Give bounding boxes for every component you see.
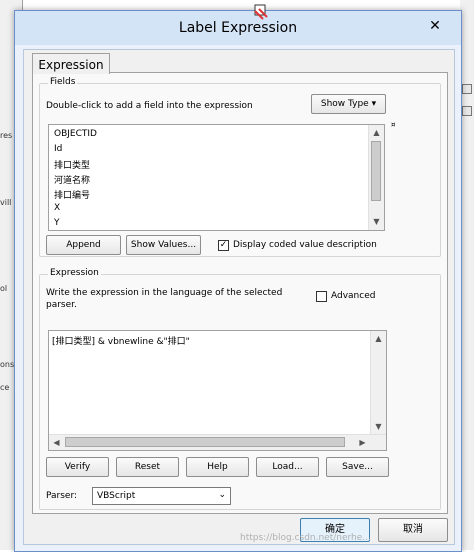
expression-textarea[interactable]: [排口类型] & vbnewline &"排口" ▲ ▼ ◀ ▶: [48, 330, 387, 451]
fields-hint: Double-click to add a field into the exp…: [46, 101, 253, 111]
scroll-thumb[interactable]: [371, 141, 381, 201]
show-values-button[interactable]: Show Values...: [126, 235, 201, 255]
show-values-label: Show Values...: [130, 240, 197, 250]
show-type-label: Show Type: [320, 99, 369, 109]
bg-icon: [462, 106, 472, 116]
display-coded-label: Display coded value description: [233, 240, 377, 250]
scroll-down-icon[interactable]: ▼: [369, 214, 384, 229]
reset-button[interactable]: Reset: [116, 457, 179, 477]
tab-page-expression: Fields Double-click to add a field into …: [32, 72, 448, 514]
verify-button[interactable]: Verify: [46, 457, 109, 477]
reset-label: Reset: [134, 462, 161, 472]
bg-fragment: ol: [0, 284, 8, 293]
advanced-checkbox[interactable]: [316, 291, 327, 302]
drag-cursor-icon: [254, 4, 268, 20]
parser-select[interactable]: VBScript ⌄: [92, 487, 231, 505]
expression-group-label: Expression: [48, 268, 101, 278]
close-button[interactable]: ✕: [415, 15, 455, 37]
fields-group: Fields Double-click to add a field into …: [39, 77, 441, 257]
save-label: Save...: [342, 462, 373, 472]
show-type-button[interactable]: Show Type ▾: [311, 94, 386, 114]
resize-grip-icon: ¤: [391, 121, 396, 129]
list-item[interactable]: 排口类型: [54, 158, 90, 171]
bg-icon: [462, 84, 472, 94]
dropdown-arrow-icon: ▾: [371, 99, 377, 109]
scroll-up-icon[interactable]: ▲: [371, 331, 386, 346]
fields-list[interactable]: OBJECTID Id 排口类型 河道名称 排口编号 X Y ▲ ▼: [48, 124, 385, 231]
help-label: Help: [207, 462, 228, 472]
expression-hscrollbar[interactable]: ◀ ▶: [49, 434, 386, 450]
watermark-text: https://blog.csdn.net/nerhe...: [240, 533, 371, 543]
bg-fragment: vill: [0, 198, 12, 207]
help-button[interactable]: Help: [186, 457, 249, 477]
verify-label: Verify: [64, 462, 91, 472]
scroll-right-icon[interactable]: ▶: [355, 435, 370, 450]
bg-fragment: ce: [0, 383, 10, 392]
dialog-client-area: Expression Fields Double-click to add a …: [23, 49, 455, 545]
load-button[interactable]: Load...: [256, 457, 319, 477]
cancel-button[interactable]: 取消: [378, 518, 448, 542]
background-app-right: [460, 0, 474, 550]
expression-text: [排口类型] & vbnewline &"排口": [52, 337, 190, 347]
bg-fragment: res: [0, 131, 13, 140]
parser-label: Parser:: [46, 491, 78, 501]
display-coded-checkbox[interactable]: ✓: [218, 240, 229, 251]
list-item[interactable]: Y: [54, 218, 60, 228]
hscroll-thumb[interactable]: [65, 437, 345, 447]
list-item[interactable]: 排口编号: [54, 188, 90, 201]
parser-value: VBScript: [97, 491, 136, 501]
title-bar[interactable]: Label Expression ✕: [15, 11, 461, 45]
list-item[interactable]: 河道名称: [54, 173, 90, 186]
bg-fragment: ons: [0, 360, 15, 369]
append-label: Append: [66, 240, 101, 250]
label-expression-dialog: Label Expression ✕ Expression Fields Dou…: [14, 4, 462, 552]
expression-instruction: Write the expression in the language of …: [46, 288, 283, 310]
scroll-left-icon[interactable]: ◀: [49, 435, 64, 450]
fields-group-label: Fields: [48, 77, 78, 87]
save-button[interactable]: Save...: [326, 457, 389, 477]
tab-expression[interactable]: Expression: [32, 53, 110, 74]
window-title: Label Expression: [178, 20, 298, 36]
list-item[interactable]: Id: [54, 144, 62, 154]
expression-vscrollbar[interactable]: ▲ ▼: [370, 331, 386, 435]
append-button[interactable]: Append: [46, 235, 121, 255]
list-item[interactable]: OBJECTID: [54, 129, 97, 139]
scroll-up-icon[interactable]: ▲: [369, 125, 384, 140]
cancel-label: 取消: [403, 524, 423, 535]
chevron-down-icon: ⌄: [218, 490, 226, 500]
load-label: Load...: [272, 462, 303, 472]
list-item[interactable]: X: [54, 203, 60, 213]
fields-list-scrollbar[interactable]: ▲ ▼: [368, 125, 384, 230]
advanced-label: Advanced: [331, 291, 376, 301]
expression-group: Expression Write the expression in the l…: [39, 268, 441, 510]
scroll-down-icon[interactable]: ▼: [371, 419, 386, 434]
tab-label: Expression: [38, 58, 104, 72]
